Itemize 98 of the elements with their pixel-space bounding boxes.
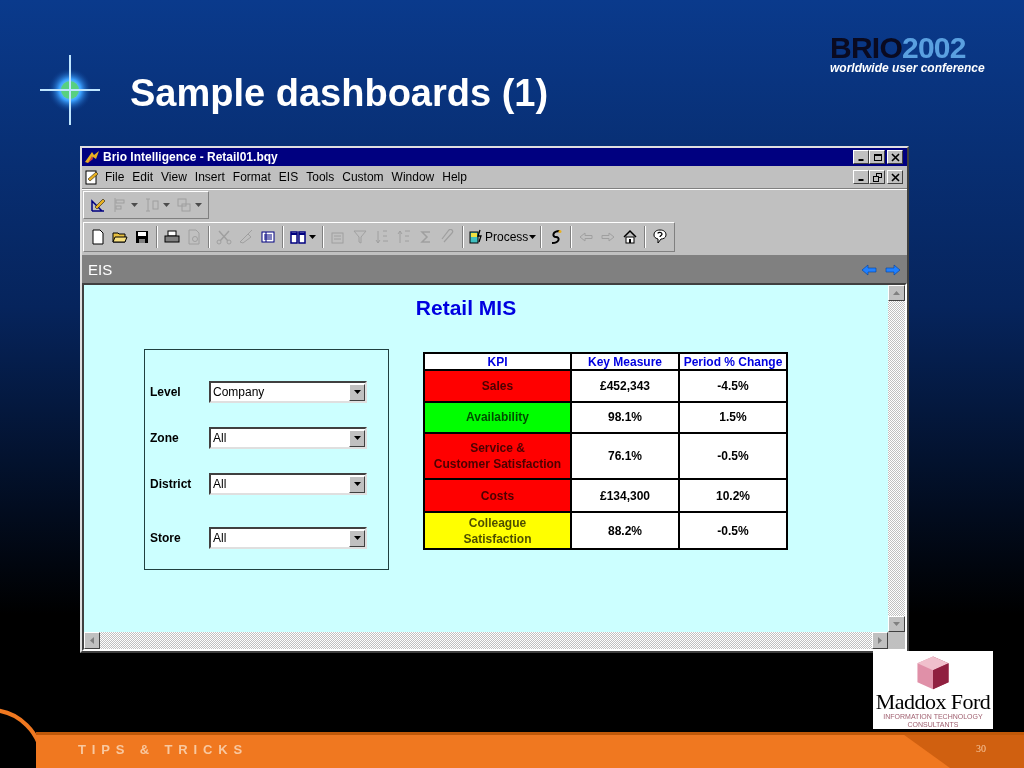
up-arrow-icon bbox=[893, 291, 900, 296]
filter-label: Level bbox=[150, 384, 182, 402]
right-arrow-icon bbox=[878, 637, 882, 645]
close-icon bbox=[890, 152, 900, 162]
kpi-cell: Availability bbox=[424, 401, 571, 433]
table-cell: -4.5% bbox=[679, 370, 787, 402]
sort-ascending-icon bbox=[374, 229, 390, 246]
properties-icon bbox=[330, 229, 346, 246]
printer-icon bbox=[164, 229, 180, 246]
outline-icon bbox=[260, 229, 276, 246]
menu-item[interactable]: Insert bbox=[190, 168, 229, 187]
print-preview-icon bbox=[186, 229, 202, 246]
dropdown-field[interactable]: Company bbox=[209, 381, 367, 404]
close-button[interactable] bbox=[887, 150, 903, 165]
maximize-button[interactable] bbox=[869, 150, 885, 165]
footer-text: TIPS & TRICKS bbox=[78, 741, 248, 760]
menu-item[interactable]: Custom bbox=[338, 168, 388, 187]
scroll-left-button[interactable] bbox=[84, 632, 100, 650]
minimize-icon bbox=[858, 159, 864, 162]
page-number: 30 bbox=[976, 742, 986, 757]
glow-orb-drawing bbox=[40, 55, 100, 125]
caret-icon bbox=[353, 390, 361, 395]
filter-label: Store bbox=[150, 530, 182, 548]
menu-item[interactable]: Edit bbox=[128, 168, 158, 187]
table-cell: 76.1% bbox=[571, 432, 679, 479]
table-cell: -0.5% bbox=[679, 432, 787, 479]
logo-name: Maddox Ford bbox=[875, 691, 991, 714]
table-cell: 1.5% bbox=[679, 401, 787, 433]
table-cell: 88.2% bbox=[571, 512, 679, 550]
horizontal-scrollbar[interactable] bbox=[84, 632, 888, 650]
filter-icon bbox=[352, 229, 368, 246]
kpi-cell: Service & Customer Satisfaction bbox=[424, 432, 571, 479]
dropdown-caret-icon bbox=[309, 235, 316, 240]
down-arrow-icon bbox=[893, 622, 900, 627]
dropdown-field[interactable]: All bbox=[209, 527, 367, 550]
open-folder-icon bbox=[112, 229, 128, 246]
menu-item[interactable]: Window bbox=[387, 168, 439, 187]
caret-icon bbox=[353, 436, 361, 441]
slide-title: Sample dashboards (1) bbox=[130, 71, 549, 116]
table-cell: -0.5% bbox=[679, 512, 787, 550]
left-arrow-icon bbox=[90, 637, 94, 645]
kpi-cell: Colleague Satisfaction bbox=[424, 512, 571, 550]
align-icon bbox=[112, 197, 128, 214]
spacing-icon bbox=[144, 197, 160, 214]
menu-item[interactable]: Help bbox=[438, 168, 471, 187]
maximize-icon bbox=[872, 152, 882, 162]
column-header: Key Measure bbox=[571, 353, 679, 371]
scroll-up-button[interactable] bbox=[888, 285, 905, 302]
caret-icon bbox=[353, 536, 361, 541]
filter-label: Zone bbox=[150, 430, 180, 448]
table-cell: £452,343 bbox=[571, 370, 679, 402]
window-title: Brio Intelligence - Retail01.bqy bbox=[103, 149, 279, 167]
scroll-down-button[interactable] bbox=[888, 616, 905, 633]
section-title: EIS bbox=[88, 259, 114, 280]
menu-item[interactable]: View bbox=[157, 168, 191, 187]
dropdown-caret-icon bbox=[163, 203, 170, 208]
home-icon bbox=[622, 229, 639, 246]
ruler-pencil-icon bbox=[90, 197, 106, 214]
menu-item[interactable]: Tools bbox=[302, 168, 339, 187]
column-header: KPI bbox=[424, 353, 571, 371]
dropdown-caret-icon bbox=[131, 203, 138, 208]
new-document-icon bbox=[90, 229, 106, 246]
process-icon bbox=[468, 229, 484, 246]
minimize-icon bbox=[858, 179, 864, 182]
scroll-right-button[interactable] bbox=[872, 632, 888, 650]
table-cell: £134,300 bbox=[571, 479, 679, 513]
restore-icon bbox=[872, 172, 882, 182]
column-header: Period % Change bbox=[679, 353, 787, 371]
save-icon bbox=[134, 229, 150, 246]
menu-item[interactable]: EIS bbox=[274, 168, 303, 187]
minimize-button[interactable] bbox=[853, 170, 869, 185]
brio-logo: BRIO2002 worldwide user conference bbox=[830, 34, 985, 74]
menu-item[interactable]: Format bbox=[228, 168, 275, 187]
kpi-cell: Sales bbox=[424, 370, 571, 402]
table-cell: 98.1% bbox=[571, 401, 679, 433]
caret-icon bbox=[353, 482, 361, 487]
layers-icon bbox=[176, 197, 192, 214]
app-icon bbox=[84, 150, 100, 165]
close-button[interactable] bbox=[887, 170, 903, 185]
dropdown-caret-icon bbox=[195, 203, 202, 208]
filter-label: District bbox=[150, 476, 193, 494]
table-cell: 10.2% bbox=[679, 479, 787, 513]
menu-item[interactable]: File bbox=[101, 168, 129, 187]
dashboard-title: Retail MIS bbox=[414, 296, 518, 321]
close-icon bbox=[890, 172, 900, 182]
columns-icon bbox=[290, 229, 306, 246]
dropdown-field[interactable]: All bbox=[209, 473, 367, 496]
cut-icon bbox=[216, 229, 232, 246]
document-icon bbox=[84, 169, 100, 186]
minimize-button[interactable] bbox=[853, 150, 869, 165]
kpi-cell: Costs bbox=[424, 479, 571, 513]
restore-button[interactable] bbox=[869, 170, 885, 185]
dropdown-caret-icon bbox=[529, 235, 537, 240]
sort-descending-icon bbox=[396, 229, 412, 246]
vertical-scrollbar[interactable] bbox=[888, 285, 905, 633]
process-button[interactable]: Process bbox=[467, 226, 538, 249]
help-icon bbox=[652, 229, 669, 246]
dropdown-field[interactable]: All bbox=[209, 427, 367, 450]
